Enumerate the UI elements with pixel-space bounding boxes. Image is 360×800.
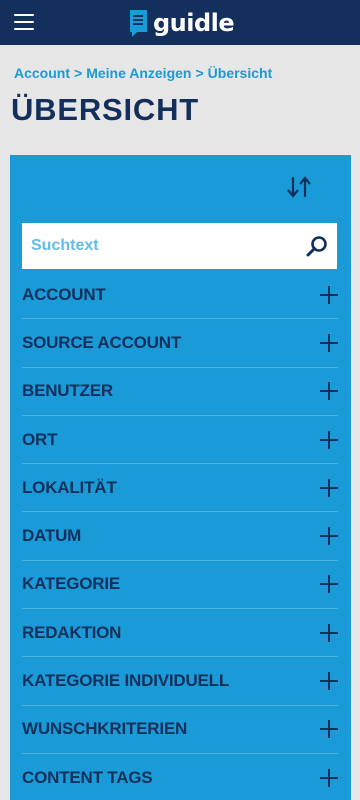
hamburger-menu-icon[interactable] xyxy=(14,14,34,30)
page-title: ÜBERSICHT xyxy=(11,92,200,127)
search-box xyxy=(22,223,337,269)
filter-label: WUNSCHKRITERIEN xyxy=(22,719,188,739)
filter-label: BENUTZER xyxy=(22,381,113,401)
plus-icon[interactable] xyxy=(320,575,338,594)
filter-label: KATEGORIE xyxy=(22,574,121,594)
breadcrumb: Account > Meine Anzeigen > Übersicht xyxy=(14,65,272,81)
filter-label: CONTENT TAGS xyxy=(22,767,153,787)
sort-arrows-icon[interactable] xyxy=(286,175,312,199)
breadcrumb-item-meine-anzeigen[interactable]: Meine Anzeigen xyxy=(86,65,191,81)
plus-icon[interactable] xyxy=(320,285,338,304)
plus-icon[interactable] xyxy=(320,478,338,497)
guidle-logo[interactable]: guidle xyxy=(128,8,235,38)
filter-label: DATUM xyxy=(22,526,82,546)
filter-item-source-account[interactable]: SOURCE ACCOUNT xyxy=(22,319,338,368)
filter-label: REDAKTION xyxy=(22,622,122,642)
top-navigation-bar: guidle xyxy=(0,0,360,45)
filter-item-ort[interactable]: ORT xyxy=(22,416,338,465)
filter-item-wunschkriterien[interactable]: WUNSCHKRITERIEN xyxy=(22,706,338,754)
filter-item-datum[interactable]: DATUM xyxy=(22,512,338,561)
filter-item-redaktion[interactable]: REDAKTION xyxy=(22,609,338,658)
filter-item-account[interactable]: ACCOUNT xyxy=(22,271,338,320)
filter-label: KATEGORIE INDIVIDUELL xyxy=(22,671,230,691)
plus-icon[interactable] xyxy=(320,430,338,449)
filter-list: ACCOUNT SOURCE ACCOUNT BENUTZER ORT LOKA… xyxy=(22,271,338,800)
plus-icon[interactable] xyxy=(320,527,338,546)
filter-item-benutzer[interactable]: BENUTZER xyxy=(22,368,338,416)
filter-label: LOKALITÄT xyxy=(22,477,117,497)
breadcrumb-item-account[interactable]: Account xyxy=(14,65,70,81)
filter-item-kategorie-individuell[interactable]: KATEGORIE INDIVIDUELL xyxy=(22,657,338,706)
filter-item-kategorie[interactable]: KATEGORIE xyxy=(22,561,338,610)
logo-text: guidle xyxy=(153,9,235,37)
filter-label: SOURCE ACCOUNT xyxy=(22,332,182,352)
guidle-logo-icon xyxy=(130,9,147,37)
filter-label: ORT xyxy=(22,429,58,449)
plus-icon[interactable] xyxy=(320,768,338,787)
search-input[interactable] xyxy=(22,223,292,269)
breadcrumb-item-uebersicht[interactable]: Übersicht xyxy=(208,65,273,81)
plus-icon[interactable] xyxy=(320,382,338,401)
plus-icon[interactable] xyxy=(320,672,338,691)
plus-icon[interactable] xyxy=(320,720,338,739)
filter-label: ACCOUNT xyxy=(22,284,106,304)
search-icon[interactable] xyxy=(305,235,329,257)
plus-icon[interactable] xyxy=(320,333,338,352)
breadcrumb-separator: > xyxy=(74,65,83,81)
filter-item-content-tags[interactable]: CONTENT TAGS xyxy=(22,754,338,800)
filter-item-lokalitaet[interactable]: LOKALITÄT xyxy=(22,464,338,513)
breadcrumb-separator: > xyxy=(195,65,204,81)
filter-panel: ACCOUNT SOURCE ACCOUNT BENUTZER ORT LOKA… xyxy=(10,155,351,800)
plus-icon[interactable] xyxy=(320,623,338,642)
